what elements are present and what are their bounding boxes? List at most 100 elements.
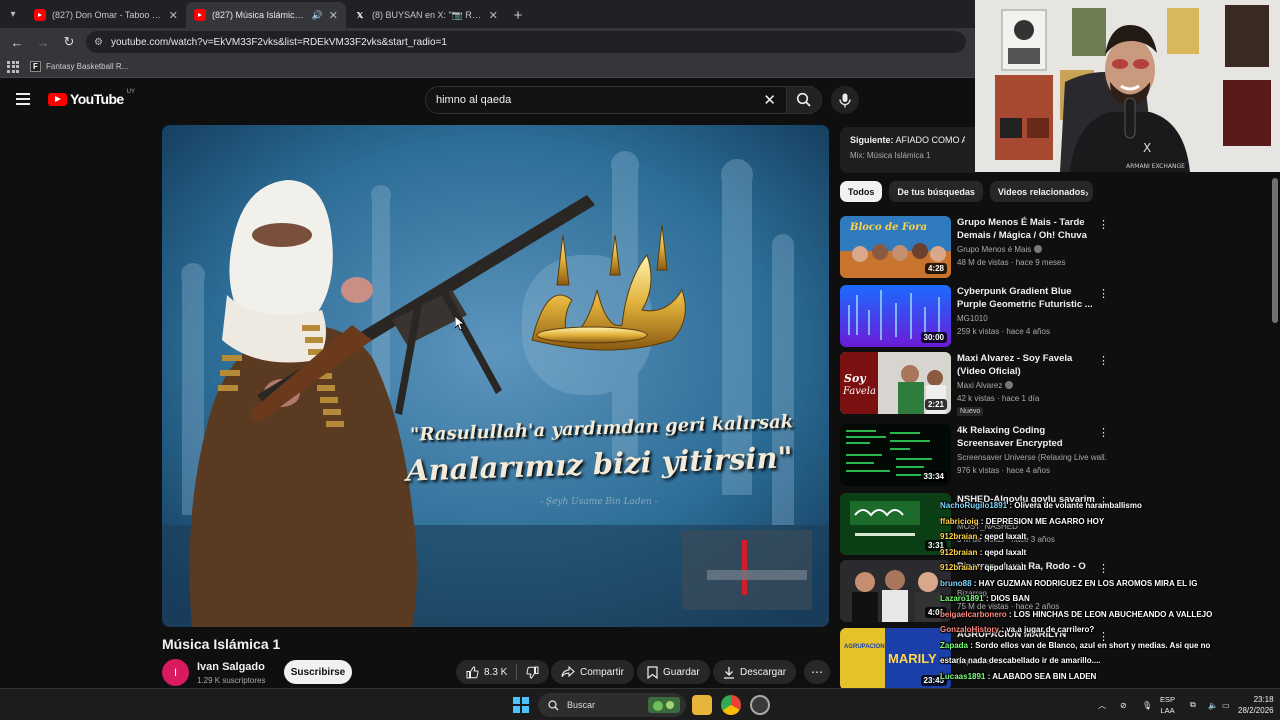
search-button[interactable] <box>786 86 822 114</box>
chat-text: LOS HINCHAS DE LEON ABUCHEANDO A VALLEJO <box>1013 609 1213 619</box>
address-bar[interactable]: ⚙ youtube.com/watch?v=EkVM33F2vks&list=R… <box>86 31 966 53</box>
tab-don-omar[interactable]: (827) Don Omar - Taboo - YouTube ✕ <box>26 2 186 28</box>
recommendation-title[interactable]: Maxi Alvarez - Soy Favela (Video Oficial… <box>957 352 1097 378</box>
new-badge: Nuevo <box>957 407 984 416</box>
chip-videos-relacionados[interactable]: Videos relacionados <box>989 181 1094 202</box>
input-language[interactable]: ESP LAA <box>1160 694 1175 716</box>
video-thumbnail[interactable]: 30:00 <box>840 285 951 347</box>
close-icon[interactable]: ✕ <box>489 9 498 22</box>
system-clock[interactable]: 23:18 28/2/2026 <box>1238 694 1274 716</box>
more-vert-icon[interactable]: ⋮ <box>1098 354 1109 367</box>
thumbs-down-icon[interactable] <box>526 666 539 679</box>
up-next-panel[interactable]: Siguiente: AFIADO COMO A ESPADA Mix: Mús… <box>840 127 975 173</box>
chat-username: ffabricioig <box>940 516 979 526</box>
thumbs-up-icon <box>466 665 479 678</box>
tab-x-buysan[interactable]: 𝕏 (8) BUYSAN en X: "📷 Raúl Giu… ✕ <box>346 2 506 28</box>
youtube-logo[interactable]: YouTube UY <box>48 89 135 107</box>
recommendation-channel[interactable]: Screensaver Universe (Relaxing Live wall… <box>957 453 1107 462</box>
video-player[interactable]: "Rasulullah'a yardımdan geri kalırsak An… <box>162 125 829 627</box>
new-tab-button[interactable]: + <box>506 2 530 28</box>
video-thumbnail[interactable]: Bloco de Fora 4:28 <box>840 216 951 278</box>
chevron-right-icon[interactable]: › <box>1085 188 1089 200</box>
tray-app-icon[interactable]: ⊘ <box>1120 689 1127 720</box>
video-duration: 2:21 <box>924 399 947 410</box>
up-next-playlist: Mix: Música Islámica 1 <box>850 151 931 160</box>
file-explorer-icon[interactable] <box>692 695 712 715</box>
battery-icon[interactable]: ▭ <box>1222 689 1230 720</box>
tray-chevron-icon[interactable]: ︿ <box>1098 689 1106 720</box>
apps-grid-icon[interactable] <box>6 60 20 74</box>
back-button[interactable]: ← <box>6 31 28 53</box>
x-icon: 𝕏 <box>356 10 364 20</box>
more-vert-icon[interactable]: ⋮ <box>1098 426 1109 439</box>
chrome-icon[interactable] <box>721 695 741 715</box>
download-label: Descargar <box>740 666 787 678</box>
like-count: 8.3 K <box>484 666 508 678</box>
chip-de-tus-busquedas[interactable]: De tus búsquedas <box>889 181 983 202</box>
page-scrollbar[interactable] <box>1272 178 1278 323</box>
filter-chips: Todos De tus búsquedas Videos relacionad… <box>840 181 1100 203</box>
recommendation-item[interactable]: Soy Favela 2:21 Maxi Alvarez - Soy Favela… <box>840 352 1110 416</box>
microphone-tray-icon[interactable]: 🎙 <box>1142 689 1152 720</box>
chat-username: Lucaas1891 <box>940 671 986 681</box>
video-thumbnail[interactable]: 33:34 <box>840 424 951 486</box>
site-info-icon[interactable]: ⚙ <box>94 37 103 48</box>
video-thumbnail[interactable]: 3:31 <box>840 493 951 555</box>
windows-start-icon[interactable] <box>513 697 529 713</box>
recommendation-channel[interactable]: Maxi Alvarez <box>957 381 1107 390</box>
recommendation-item[interactable]: 30:00 Cyberpunk Gradient Blue Purple Geo… <box>840 285 1110 349</box>
save-label: Guardar <box>663 666 700 678</box>
channel-name[interactable]: Ivan Salgado <box>197 661 265 673</box>
close-icon[interactable]: ✕ <box>329 9 338 22</box>
chat-text: Olivera de volante haramballismo <box>1014 501 1142 510</box>
save-button[interactable]: Guardar <box>637 660 710 684</box>
tab-title: (8) BUYSAN en X: "📷 Raúl Giu… <box>372 9 483 20</box>
video-thumbnail[interactable]: MARILY AGRUPACION 23:45 <box>840 628 951 690</box>
chat-username: Lazaro1891 <box>940 594 984 603</box>
subscribe-button[interactable]: Suscribirse <box>284 660 352 684</box>
chat-text: ALABADO SEA BIN LADEN <box>992 671 1097 681</box>
forward-button[interactable]: → <box>32 31 54 53</box>
like-button[interactable]: 8.3 K <box>466 665 508 679</box>
speaker-icon[interactable]: 🔊 <box>312 10 323 21</box>
close-icon[interactable]: ✕ <box>169 9 178 22</box>
reload-button[interactable]: ↻ <box>58 31 80 53</box>
more-vert-icon[interactable]: ⋮ <box>1098 287 1109 300</box>
chip-todos[interactable]: Todos <box>840 181 883 202</box>
recommendation-channel[interactable]: MG1010 <box>957 314 1107 323</box>
chat-username: bruno88 <box>940 578 972 588</box>
clear-search-icon[interactable]: ✕ <box>763 91 776 109</box>
more-actions-button[interactable]: ⋯ <box>804 660 830 684</box>
verified-icon <box>1005 381 1014 389</box>
search-input[interactable]: himno al qaeda ✕ <box>425 86 787 114</box>
download-icon <box>724 666 734 679</box>
recommendation-item[interactable]: 33:34 4k Relaxing Coding Screensaver Enc… <box>840 424 1110 488</box>
more-vert-icon[interactable]: ⋮ <box>1098 218 1109 231</box>
menu-icon[interactable] <box>16 93 30 105</box>
chat-username: GonzaloHistory <box>940 625 1000 634</box>
channel-avatar[interactable]: I <box>162 659 189 686</box>
chat-separator: : <box>971 578 979 588</box>
tab-musica-islamica[interactable]: (827) Música Islámica 1 - YouTube 🔊 ✕ <box>186 2 346 28</box>
youtube-play-icon <box>48 92 67 106</box>
chat-message: NachoRugilo1891 : Olivera de volante har… <box>940 498 1280 514</box>
recommendation-meta: 259 k vistas · hace 4 años <box>957 327 1050 336</box>
search-highlight-icon <box>648 697 680 713</box>
youtube-icon <box>34 9 46 21</box>
download-button[interactable]: Descargar <box>713 660 797 684</box>
bookmark-fantasy-basketball[interactable]: F Fantasy Basketball R... <box>30 61 128 72</box>
share-button[interactable]: Compartir <box>551 660 634 684</box>
tab-search-button[interactable]: ▾ <box>0 0 26 28</box>
video-thumbnail[interactable]: 4:01 <box>840 560 951 622</box>
obs-icon[interactable] <box>750 695 770 715</box>
voice-search-button[interactable] <box>831 86 859 114</box>
volume-icon[interactable]: 🔈 <box>1208 689 1218 720</box>
video-thumbnail[interactable]: Soy Favela 2:21 <box>840 352 951 414</box>
recommendation-title[interactable]: 4k Relaxing Coding Screensaver Encrypted… <box>957 424 1097 450</box>
recommendation-title[interactable]: Grupo Menos É Mais - Tarde Demais / Mági… <box>957 216 1097 242</box>
network-icon[interactable]: ⧉ <box>1190 689 1196 720</box>
recommendation-title[interactable]: Cyberpunk Gradient Blue Purple Geometric… <box>957 285 1097 311</box>
recommendation-channel[interactable]: Grupo Menos é Mais <box>957 245 1107 254</box>
recommendation-item[interactable]: Bloco de Fora 4:28 Grupo Menos É Mais - … <box>840 216 1110 280</box>
taskbar-search[interactable]: Buscar <box>538 693 686 717</box>
